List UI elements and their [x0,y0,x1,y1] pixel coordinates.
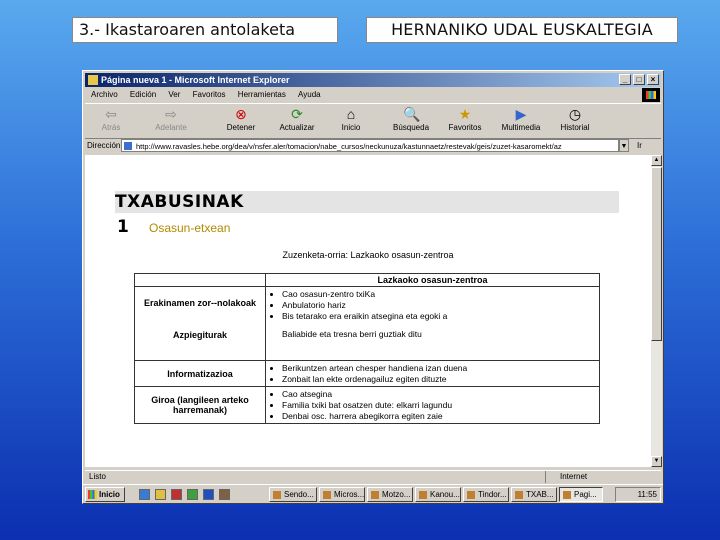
menu-bar: Archivo Edición Ver Favoritos Herramient… [85,88,661,102]
list-item: Denbai osc. harrera abegikorra egiten za… [282,411,595,421]
address-field[interactable]: http://www.ravasles.hebe.org/dea/v/nsfer… [121,139,619,152]
history-button[interactable]: ◷ Historial [553,106,597,132]
menu-ver[interactable]: Ver [168,90,180,99]
refresh-icon: ⟳ [291,106,303,122]
outlook-quicklaunch-icon[interactable] [155,489,166,500]
go-button[interactable]: Ir [637,139,642,152]
section-subtitle: Osasun-etxean [149,221,231,235]
table-row: Informatizazioa Berikuntzen artean chesp… [134,360,600,387]
favorites-icon: ★ [458,106,472,122]
row-label: Erakinamen zor--nolakoak [143,298,257,308]
taskbar-item[interactable]: TXAB... [511,487,557,502]
taskbar-item[interactable]: Micros... [319,487,365,502]
table-header: Lazkaoko osasun-zentroa [265,273,600,287]
section-number: 1 [117,217,129,237]
menu-archivo[interactable]: Archivo [91,90,118,99]
stop-button[interactable]: ⊗ Detener [219,106,263,132]
list-item: Berikuntzen artean chesper handiena izan… [282,363,595,373]
search-icon: 🔍 [403,106,421,122]
taskbar-item[interactable]: Sendo... [269,487,317,502]
taskbar-item[interactable]: Motzo... [367,487,413,502]
status-bar: Listo Internet [85,470,661,483]
vertical-scrollbar[interactable]: ▲ ▼ [651,155,662,467]
app-quicklaunch-icon[interactable] [187,489,198,500]
list-item: Cao osasun-zentro txiKa [282,289,595,299]
forward-button[interactable]: ⇨ Adelante [149,106,193,132]
taskbar-item[interactable]: Tindor... [463,487,509,502]
scroll-down-icon[interactable]: ▼ [651,456,662,467]
table-header-row: Lazkaoko osasun-zentroa [134,273,600,287]
list-item: Zonbait lan ekte ordenagailuz egiten dit… [282,374,595,384]
back-arrow-icon: ⇦ [105,106,117,122]
address-dropdown-button[interactable]: ▼ [619,139,629,152]
ie-page-icon [88,75,98,85]
title-bar[interactable]: Página nueva 1 - Microsoft Internet Expl… [85,73,661,87]
list-item: Cao atsegina [282,389,595,399]
minimize-button[interactable]: _ [619,74,631,85]
row-text: Baliabide eta tresna berri guztiak ditu [282,329,422,339]
search-button[interactable]: 🔍 Búsqueda [389,106,433,132]
row-label: Informatizazioa [134,360,266,387]
back-button[interactable]: ⇦ Atrás [89,106,133,132]
ie-quicklaunch-icon[interactable] [139,489,150,500]
table-row: Erakinamen zor--nolakoak Azpiegiturak Ca… [134,286,600,361]
maximize-button[interactable]: □ [633,74,645,85]
scroll-thumb[interactable] [651,167,662,341]
window-title: Página nueva 1 - Microsoft Internet Expl… [101,75,290,85]
list-item: Familia txiki bat osatzen dute: elkarri … [282,400,595,410]
menu-herramientas[interactable]: Herramientas [238,90,286,99]
multimedia-button[interactable]: ▶ Multimedia [499,106,543,132]
multimedia-icon: ▶ [515,106,527,122]
browser-window: Página nueva 1 - Microsoft Internet Expl… [82,70,664,504]
status-zone: Internet [545,471,587,483]
table-row: Giroa (langileen arteko harremanak) Cao … [134,386,600,424]
page-title: TXABUSINAK [115,191,619,213]
close-button[interactable]: × [647,74,659,85]
list-item: Anbulatorio hariz [282,300,595,310]
history-icon: ◷ [568,106,582,122]
menu-favoritos[interactable]: Favoritos [193,90,226,99]
forward-arrow-icon: ⇨ [165,106,177,122]
row-label: Giroa (langileen arteko harremanak) [134,386,266,424]
home-button[interactable]: ⌂ Inicio [329,106,373,132]
taskbar-item-active[interactable]: Pagi... [559,487,603,502]
refresh-button[interactable]: ⟳ Actualizar [275,106,319,132]
address-bar: Dirección http://www.ravasles.hebe.org/d… [85,139,661,153]
system-tray-clock: 11:55 [615,487,661,502]
app-quicklaunch-icon[interactable] [219,489,230,500]
page-content: TXABUSINAK 1 Osasun-etxean Zuzenketa-orr… [85,155,651,467]
menu-ayuda[interactable]: Ayuda [298,90,321,99]
favorites-button[interactable]: ★ Favoritos [443,106,487,132]
taskbar: Inicio Sendo... Micros... Motzo... Kanou… [83,484,663,503]
status-text: Listo [89,472,106,481]
correction-table: Lazkaoko osasun-zentroa Erakinamen zor--… [134,273,600,424]
start-button[interactable]: Inicio [85,487,125,502]
scroll-up-icon[interactable]: ▲ [651,155,662,166]
word-quicklaunch-icon[interactable] [203,489,214,500]
windows-logo-icon [642,88,660,102]
slide-header-left: 3.- Ikastaroaren antolaketa [72,17,338,43]
address-label: Dirección [87,141,121,150]
table-caption: Zuzenketa-orria: Lazkaoko osasun-zentroa [282,250,454,260]
toolbar: ⇦ Atrás ⇨ Adelante ⊗ Detener ⟳ Actualizar ⌂ I… [85,103,661,139]
stop-icon: ⊗ [235,106,247,122]
home-icon: ⌂ [346,106,356,122]
taskbar-item[interactable]: Kanou... [415,487,461,502]
list-item: Bis tetarako era eraikin atsegina eta eg… [282,311,595,321]
row-label: Azpiegiturak [172,330,227,340]
app-quicklaunch-icon[interactable] [171,489,182,500]
menu-edicion[interactable]: Edición [130,90,156,99]
slide-header-right: HERNANIKO UDAL EUSKALTEGIA [366,17,678,43]
